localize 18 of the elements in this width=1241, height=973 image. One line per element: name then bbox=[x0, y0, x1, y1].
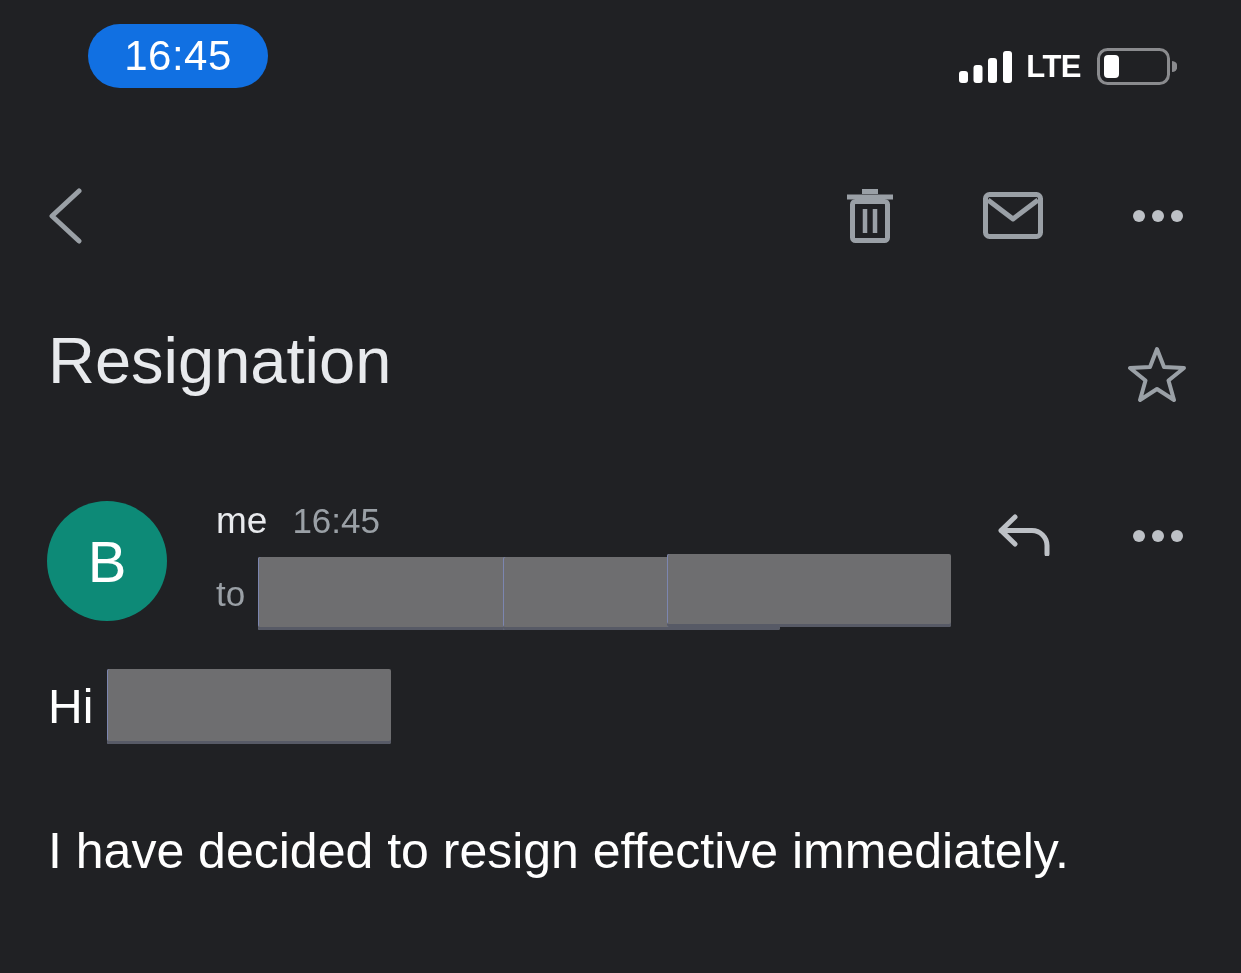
trash-icon[interactable] bbox=[847, 188, 893, 243]
message-time: 16:45 bbox=[292, 501, 380, 541]
email-subject: Resignation bbox=[48, 323, 392, 398]
signal-icon bbox=[959, 50, 1013, 83]
sender-name: me bbox=[216, 501, 268, 541]
network-type: LTE bbox=[1026, 48, 1081, 85]
back-icon[interactable] bbox=[48, 187, 82, 244]
more-icon[interactable] bbox=[1133, 209, 1183, 222]
mail-icon[interactable] bbox=[983, 192, 1043, 239]
to-label: to bbox=[216, 573, 246, 614]
email-body-text: I have decided to resign effective immediately. bbox=[48, 822, 1070, 881]
greeting-text: Hi bbox=[48, 678, 94, 735]
battery-icon bbox=[1097, 48, 1177, 85]
reply-icon[interactable] bbox=[996, 513, 1052, 556]
star-icon[interactable] bbox=[1127, 346, 1187, 402]
sender-avatar: B bbox=[47, 501, 167, 621]
status-time: 16:45 bbox=[88, 24, 268, 88]
more-icon[interactable] bbox=[1133, 530, 1183, 542]
